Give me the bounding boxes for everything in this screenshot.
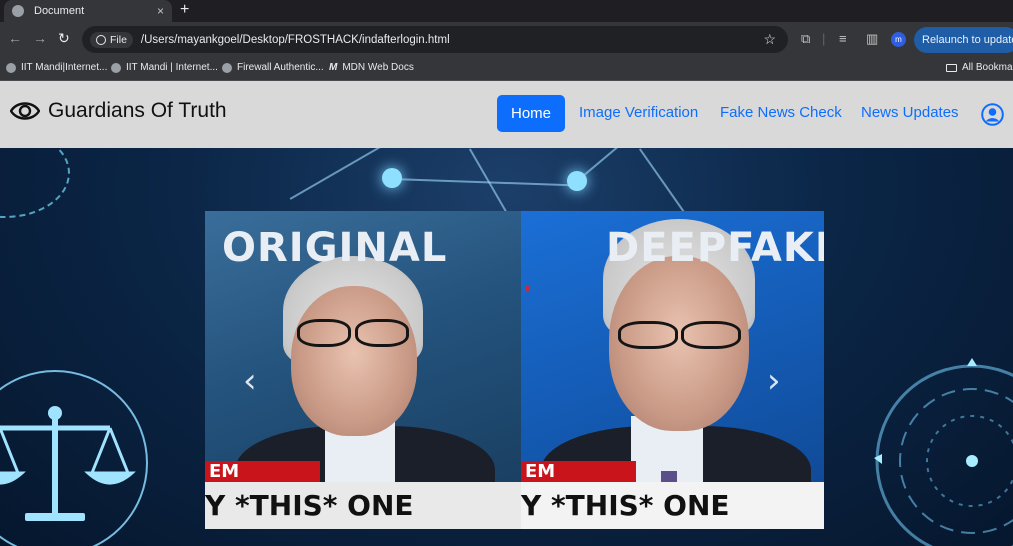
- bookmark-label: IIT Mandi | Internet...: [126, 62, 218, 73]
- globe-icon: [222, 62, 232, 73]
- globe-icon: [6, 62, 16, 73]
- site-navbar: Guardians Of Truth Home Image Verificati…: [0, 81, 1013, 148]
- bookmark-item[interactable]: M MDN Web Docs: [329, 62, 414, 73]
- tab-close-button[interactable]: ×: [157, 4, 164, 18]
- network-node: [382, 168, 402, 188]
- globe-icon: [12, 5, 24, 17]
- browser-tab-strip: Document × +: [0, 0, 1013, 22]
- original-label: ORIGINAL: [222, 225, 448, 271]
- site-info-label: File: [110, 33, 127, 46]
- url-text[interactable]: /Users/mayankgoel/Desktop/FROSTHACK/inda…: [141, 34, 764, 46]
- justice-scale-icon: [0, 370, 148, 546]
- glasses: [618, 321, 678, 349]
- reading-list-icon[interactable]: ≡: [839, 31, 847, 46]
- info-icon: [96, 34, 106, 45]
- brand-title: Guardians Of Truth: [48, 99, 227, 122]
- bookmark-label: IIT Mandi|Internet...: [21, 62, 108, 73]
- glasses: [681, 321, 741, 349]
- decorative-arc: [0, 148, 70, 218]
- folder-icon: [946, 63, 957, 72]
- bookmark-star-icon[interactable]: ☆: [763, 31, 776, 48]
- carousel-slide: ORIGINAL EM HONEST Y *THIS* ONE DEEPFAKE…: [205, 211, 824, 529]
- all-bookmarks-button[interactable]: All Bookmarks: [946, 62, 1013, 73]
- profile-avatar[interactable]: m: [891, 32, 906, 47]
- nav-fake-news-check[interactable]: Fake News Check: [720, 104, 842, 121]
- lower-third-bar: Y *THIS* ONE: [205, 482, 521, 529]
- deepfake-label: DEEPFAKE: [606, 225, 824, 271]
- new-tab-button[interactable]: +: [180, 1, 189, 19]
- mdn-icon: M: [329, 62, 338, 73]
- brand[interactable]: Guardians Of Truth: [10, 99, 227, 123]
- bookmark-item[interactable]: IIT Mandi|Internet...: [6, 62, 107, 73]
- bookmarks-bar: IIT Mandi|Internet... IIT Mandi | Intern…: [0, 57, 1013, 81]
- glasses: [355, 319, 409, 347]
- bookmark-item[interactable]: Firewall Authentic...: [222, 62, 324, 73]
- lower-third-bar: Y *THIS* ONE: [521, 482, 824, 529]
- lower-third-tag: EM HONEST: [521, 461, 636, 504]
- tab-title: Document: [34, 5, 85, 17]
- bookmark-item[interactable]: IIT Mandi | Internet...: [111, 62, 218, 73]
- reload-icon[interactable]: ↻: [58, 30, 70, 47]
- nav-news-updates[interactable]: News Updates: [861, 104, 959, 121]
- address-bar[interactable]: File /Users/mayankgoel/Desktop/FROSTHACK…: [82, 26, 788, 53]
- site-info-chip[interactable]: File: [90, 31, 133, 48]
- chevron-left-icon: ‹: [243, 361, 257, 401]
- extensions-icon[interactable]: ⧉: [801, 31, 810, 47]
- tab-document[interactable]: Document ×: [4, 0, 172, 22]
- browser-toolbar: ← → ↻ File /Users/mayankgoel/Desktop/FRO…: [0, 22, 1013, 57]
- back-icon[interactable]: ←: [8, 30, 22, 46]
- user-profile-icon[interactable]: [981, 103, 1004, 126]
- all-bookmarks-label: All Bookmarks: [962, 62, 1013, 73]
- bookmark-label: Firewall Authentic...: [237, 62, 324, 73]
- side-panel-icon[interactable]: ▥: [866, 31, 878, 47]
- nav-image-verification[interactable]: Image Verification: [579, 104, 698, 121]
- relaunch-button[interactable]: Relaunch to update: [914, 27, 1013, 53]
- carousel-next-button[interactable]: ›: [767, 361, 781, 401]
- carousel-prev-button[interactable]: ‹: [243, 361, 257, 401]
- network-line: [576, 148, 670, 182]
- toolbar-divider: |: [822, 31, 826, 46]
- nav-home[interactable]: Home: [497, 95, 566, 132]
- target-reticle-icon: [874, 358, 1013, 546]
- globe-icon: [111, 62, 121, 73]
- network-node: [567, 171, 587, 191]
- chevron-right-icon: ›: [767, 361, 781, 401]
- glasses: [297, 319, 351, 347]
- forward-icon[interactable]: →: [33, 30, 47, 46]
- bookmark-label: MDN Web Docs: [342, 62, 414, 73]
- person-face: [291, 286, 417, 436]
- red-marker: [525, 286, 530, 291]
- hero-section: ORIGINAL EM HONEST Y *THIS* ONE DEEPFAKE…: [0, 148, 1013, 546]
- lower-third-tag: EM HONEST: [205, 461, 320, 504]
- eye-icon: [10, 102, 40, 120]
